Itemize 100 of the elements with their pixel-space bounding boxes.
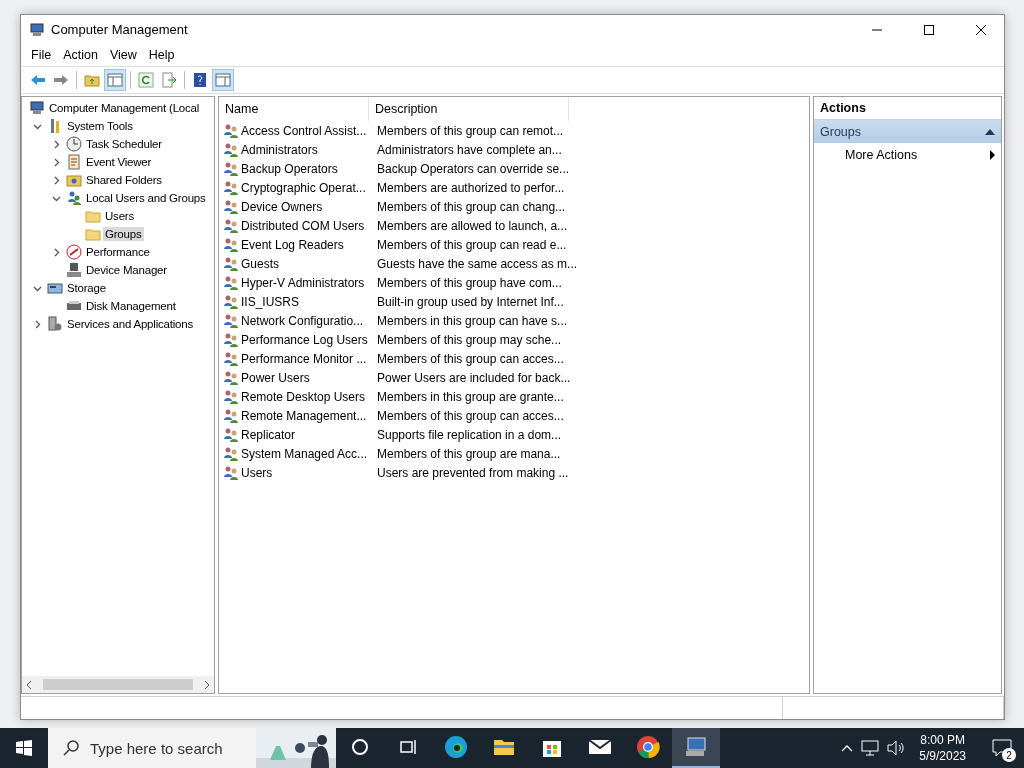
storage-icon	[47, 280, 63, 296]
tree-item[interactable]: Storage	[65, 281, 108, 295]
users-icon	[223, 122, 239, 139]
group-name[interactable]: Users	[241, 465, 273, 480]
group-name[interactable]: Device Owners	[241, 199, 323, 214]
tree-item[interactable]: System Tools	[65, 119, 135, 133]
group-name[interactable]: Power Users	[241, 370, 310, 385]
table-cell-text: Supports file replication in a dom...	[376, 426, 563, 443]
tree-item[interactable]: Event Viewer	[84, 155, 154, 169]
users-icon	[223, 388, 239, 405]
scroll-right-icon[interactable]	[204, 680, 210, 689]
circle-icon	[350, 737, 370, 757]
submenu-arrow-icon	[990, 150, 995, 160]
table-cell-text: Built-in group used by Internet Inf...	[376, 293, 565, 310]
chevron-up-icon[interactable]	[841, 744, 854, 752]
table-cell-text: Members are authorized to perfor...	[376, 179, 566, 196]
network-icon[interactable]	[861, 740, 880, 756]
clock-icon	[66, 136, 82, 152]
folder-icon	[66, 172, 82, 188]
users-icon	[223, 274, 239, 291]
tree-item[interactable]: Computer Management (Local	[47, 101, 202, 115]
group-name[interactable]: Hyper-V Administrators	[241, 275, 365, 290]
group-name[interactable]: Access Control Assist...	[241, 123, 367, 138]
task-view-icon	[398, 737, 418, 757]
gauge-icon	[66, 244, 82, 260]
tree-item[interactable]: Task Scheduler	[84, 137, 164, 151]
collapse-icon[interactable]	[985, 128, 995, 135]
group-name[interactable]: Performance Monitor ...	[241, 351, 367, 366]
users-icon	[223, 160, 239, 177]
services-icon	[47, 316, 63, 332]
table-cell-text: Power Users are included for back...	[376, 369, 572, 386]
close-icon	[976, 24, 986, 35]
toolbar-button[interactable]	[104, 69, 126, 91]
back-arrow-icon	[30, 72, 46, 88]
clock-date[interactable]: 5/9/2023	[919, 748, 966, 764]
users-icon	[223, 350, 239, 367]
tree-item[interactable]: Users	[103, 209, 137, 223]
group-name[interactable]: Cryptographic Operat...	[241, 180, 366, 195]
column-header[interactable]: Description	[369, 97, 569, 121]
tree-item[interactable]: Groups	[103, 227, 144, 241]
panel-icon	[107, 72, 123, 88]
toolbar-button[interactable]	[135, 69, 157, 91]
users-icon	[223, 331, 239, 348]
log-icon	[66, 154, 82, 170]
help-icon	[192, 72, 208, 88]
users-icon	[223, 464, 239, 481]
group-name[interactable]: Event Log Readers	[241, 237, 344, 252]
group-name[interactable]: Network Configuratio...	[241, 313, 364, 328]
users-icon	[223, 312, 239, 329]
section-title[interactable]: Groups	[820, 124, 861, 139]
menu-item[interactable]: File	[25, 46, 58, 64]
tree-item[interactable]: Disk Management	[84, 299, 178, 313]
export-icon	[161, 72, 177, 88]
scrollbar[interactable]	[22, 676, 214, 693]
menu-item[interactable]: View	[103, 46, 143, 64]
search-field[interactable]: Type here to search	[48, 728, 336, 768]
users-icon	[223, 141, 239, 158]
group-name[interactable]: System Managed Acc...	[241, 446, 368, 461]
tree-item[interactable]: Services and Applications	[65, 317, 196, 331]
users-icon	[66, 190, 82, 206]
folder-icon	[85, 226, 101, 242]
clock-time[interactable]: 8:00 PM	[920, 732, 965, 748]
forward-arrow-icon	[53, 72, 69, 88]
users-icon	[223, 236, 239, 253]
group-name[interactable]: Replicator	[241, 427, 296, 442]
group-name[interactable]: Performance Log Users	[241, 332, 368, 347]
tree-item[interactable]: Device Manager	[84, 263, 169, 277]
group-name[interactable]: Remote Management...	[241, 408, 367, 423]
tree-item[interactable]: Shared Folders	[84, 173, 164, 187]
folder-icon	[84, 72, 100, 88]
menu-item[interactable]: Action	[57, 46, 104, 64]
scroll-left-icon[interactable]	[26, 680, 32, 689]
action-link[interactable]: More Actions	[845, 148, 918, 162]
table-cell-text: Members of this group can read e...	[376, 236, 568, 253]
group-name[interactable]: Remote Desktop Users	[241, 389, 366, 404]
group-name[interactable]: IIS_IUSRS	[241, 294, 300, 309]
browser-icon	[444, 735, 468, 759]
group-name[interactable]: Distributed COM Users	[241, 218, 365, 233]
table-cell-text: Members of this group can acces...	[376, 407, 565, 424]
group-name[interactable]: Backup Operators	[241, 161, 338, 176]
users-icon	[223, 407, 239, 424]
search-icon	[62, 739, 80, 757]
notification-button[interactable]: 2	[980, 728, 1024, 768]
table-cell-text: Members in this group can have s...	[376, 312, 569, 329]
browser-icon	[636, 735, 660, 759]
users-icon	[223, 217, 239, 234]
speaker-icon[interactable]	[887, 740, 906, 756]
menu-item[interactable]: Help	[142, 46, 181, 64]
users-icon	[223, 179, 239, 196]
tree-item[interactable]: Local Users and Groups	[84, 191, 208, 205]
table-cell-text: Members in this group are grante...	[376, 388, 565, 405]
group-name[interactable]: Guests	[241, 256, 279, 271]
toolbar-button[interactable]	[212, 69, 234, 91]
device-icon	[66, 262, 82, 278]
table-cell-text: Members are allowed to launch, a...	[376, 217, 569, 234]
column-header[interactable]: Name	[219, 97, 369, 121]
users-icon	[223, 293, 239, 310]
group-name[interactable]: Administrators	[241, 142, 318, 157]
users-icon	[223, 198, 239, 215]
tree-item[interactable]: Performance	[84, 245, 152, 259]
